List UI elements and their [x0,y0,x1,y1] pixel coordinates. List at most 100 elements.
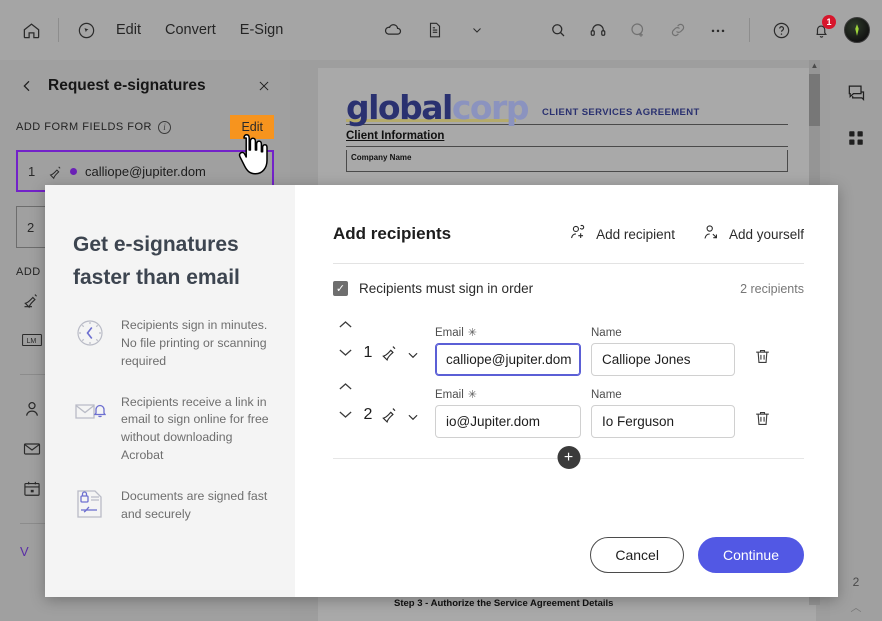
name-field-group: Name Calliope Jones [591,327,735,376]
header-divider [333,263,804,264]
info-icon[interactable]: i [158,120,172,134]
help-icon[interactable] [764,13,798,47]
recipient-row: 1 Email ✳ calliope@jupiter.dom Name Call… [333,314,804,376]
toolbar-right-group: 1 [541,13,882,47]
recipient-row: 2 Email ✳ io@Jupiter.dom Name Io Ferguso… [333,376,804,438]
scroll-up-arrow[interactable]: ▲ [810,61,819,70]
link-icon[interactable] [661,13,695,47]
move-down-icon[interactable] [338,344,353,362]
document-footer-text: Step 3 - Authorize the Service Agreement… [394,598,614,609]
move-up-icon[interactable] [338,378,353,396]
delete-icon[interactable] [749,347,775,376]
recipient-rows: 1 Email ✳ calliope@jupiter.dom Name Call… [333,314,804,470]
panel-recipient-number: 1 [28,163,36,179]
email-input[interactable]: calliope@jupiter.dom [435,343,581,376]
add-yourself-button[interactable]: Add yourself [701,223,804,245]
sign-in-order-checkbox[interactable]: ✓ [333,281,348,296]
search-icon[interactable] [541,13,575,47]
select-tool-icon[interactable] [69,13,103,47]
cloud-icon[interactable] [376,13,410,47]
menu-convert[interactable]: Convert [154,16,227,44]
page-number: 2 [852,575,860,589]
document-content: globalcorp CLIENT SERVICES AGREEMENT Cli… [318,68,816,173]
headset-icon[interactable] [581,13,615,47]
close-icon[interactable] [254,76,274,96]
email-field-label-wrap: Email ✳ [435,388,581,402]
move-down-icon[interactable] [338,406,353,424]
promo-benefits-list: Recipients sign in minutes. No file prin… [73,316,269,523]
chevron-up-icon[interactable]: ︿ [851,599,862,615]
recipient-color-dot [70,167,77,175]
toolbar-center-group [376,13,494,47]
signature-pen-icon[interactable] [379,404,401,438]
add-person-icon[interactable] [621,13,655,47]
dialog-footer-buttons: Cancel Continue [590,537,804,573]
home-icon[interactable] [14,13,48,47]
promo-item: Documents are signed fast and securely [73,487,269,524]
comment-icon[interactable] [844,80,868,104]
promo-title-line2: faster than email [73,265,240,289]
scrollbar-thumb[interactable] [809,74,820,126]
recipients-panel: Add recipients Add recipient Add yoursel… [295,185,838,597]
document-heading: Client Information [346,130,445,143]
email-field-label-wrap: Email ✳ [435,326,581,340]
dialog-title: Add recipients [333,224,452,243]
chevron-down-icon[interactable] [460,13,494,47]
delete-icon[interactable] [749,409,775,438]
logo-text-part1: global [346,88,453,127]
continue-button[interactable]: Continue [697,537,804,573]
menu-esign[interactable]: E-Sign [229,16,295,44]
promo-item: Recipients receive a link in email to si… [73,393,269,465]
promo-item-text: Recipients receive a link in email to si… [121,394,269,463]
recipient-count: 2 recipients [740,281,804,296]
page-thumbnails-icon[interactable] [844,126,868,150]
signature-field-icon[interactable] [20,288,44,312]
name-input[interactable]: Calliope Jones [591,343,735,376]
name-input[interactable]: Io Ferguson [591,405,735,438]
svg-text:LM: LM [27,338,37,345]
recipient-role-chevron-down-icon[interactable] [401,348,425,376]
top-toolbar: Edit Convert E-Sign 1 [0,0,882,60]
initials-field-icon[interactable]: LM [20,328,44,352]
sign-order-row: ✓ Recipients must sign in order 2 recipi… [333,281,804,296]
add-recipient-button[interactable]: Add recipient [568,223,675,245]
secure-document-icon [73,487,107,521]
name-field-label: Name [591,327,622,339]
sign-in-order-label: Recipients must sign in order [359,281,534,296]
add-recipients-dialog: Get e-signatures faster than email Recip… [45,185,838,597]
edit-button-label: Edit [241,120,263,134]
name-field-group: Name Io Ferguson [591,389,735,438]
reorder-controls [333,316,357,376]
email-input[interactable]: io@Jupiter.dom [435,405,581,438]
add-recipient-icon [568,223,587,245]
back-chevron-icon[interactable] [16,75,38,97]
add-yourself-label: Add yourself [728,226,804,242]
recipient-role-chevron-down-icon[interactable] [401,410,425,438]
document-icon[interactable] [418,13,452,47]
required-marker: ✳ [467,327,477,339]
name-field-label: Name [591,389,622,401]
promo-item-text: Recipients sign in minutes. No file prin… [121,318,268,368]
date-field-icon[interactable] [20,477,44,501]
recipient-index: 1 [363,344,373,361]
name-field-label-wrap: Name [591,327,735,339]
document-rule-2 [346,146,788,148]
notification-bell-icon[interactable]: 1 [804,13,838,47]
name-field-label-wrap: Name [591,389,735,401]
add-yourself-icon [701,223,720,245]
name-field-icon[interactable] [20,397,44,421]
email-field-icon[interactable] [20,437,44,461]
promo-title-line1: Get e-signatures [73,233,239,256]
signature-pen-icon [44,163,66,180]
menu-edit[interactable]: Edit [105,16,152,44]
user-avatar[interactable] [844,17,870,43]
move-up-icon[interactable] [338,316,353,334]
email-field-group: Email ✳ calliope@jupiter.dom [435,326,581,376]
promo-item: Recipients sign in minutes. No file prin… [73,316,269,370]
add-row-plus-icon[interactable]: + [557,446,580,469]
cancel-button[interactable]: Cancel [590,537,684,573]
recipients-header: Add recipients Add recipient Add yoursel… [333,223,804,245]
signature-pen-icon[interactable] [379,342,401,376]
more-options-icon[interactable] [701,13,735,47]
edit-button[interactable]: Edit [230,115,274,139]
